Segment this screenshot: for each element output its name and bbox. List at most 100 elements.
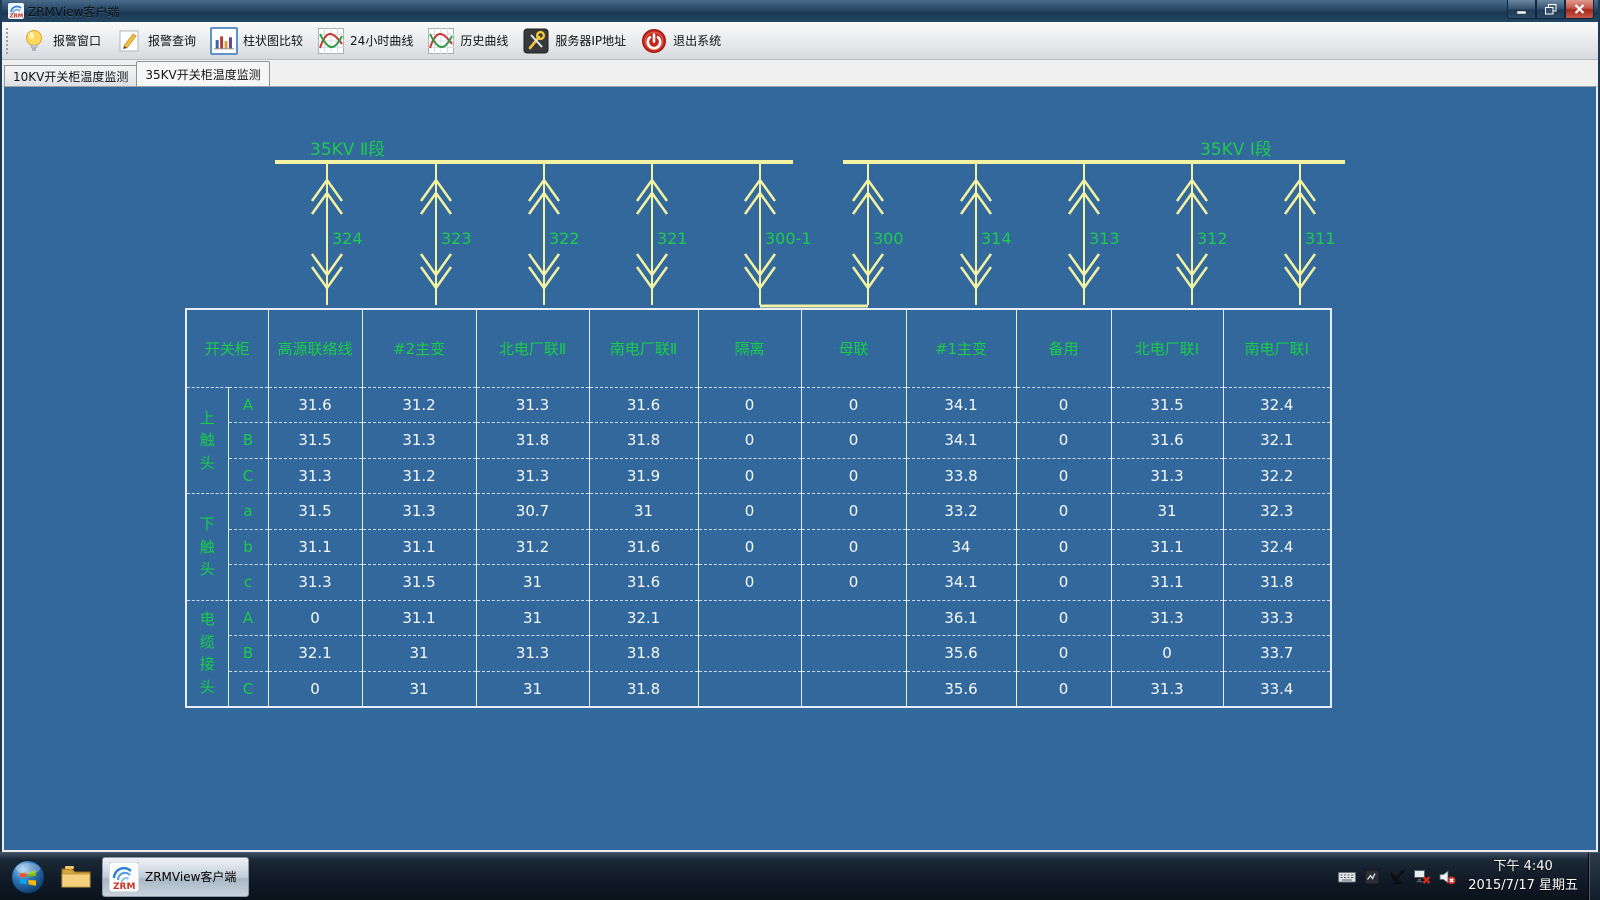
zrm-logo-icon: ZRM xyxy=(109,862,139,892)
temp-value-cell xyxy=(801,600,906,636)
restore-button[interactable] xyxy=(1536,0,1565,19)
day-curve-icon xyxy=(317,27,345,55)
col-header: 高源联络线 xyxy=(268,309,362,387)
temp-value-cell: 32.3 xyxy=(1223,494,1331,530)
clock-time: 下午 4:40 xyxy=(1468,858,1578,877)
temp-value-cell: 0 xyxy=(801,565,906,601)
taskbar-task-zrmview[interactable]: ZRM ZRMView客户端 xyxy=(102,857,249,897)
start-button[interactable] xyxy=(8,857,48,897)
temp-value-cell: 0 xyxy=(698,529,801,565)
taskbar-clock[interactable]: 下午 4:40 2015/7/17 星期五 xyxy=(1466,858,1588,896)
phase-label: b xyxy=(228,529,268,565)
temp-value-cell: 34.1 xyxy=(906,423,1016,459)
tab-2[interactable]: 35KV开关柜温度监测 xyxy=(136,61,269,86)
temp-value-cell: 31.1 xyxy=(268,529,362,565)
toolbar-button-label: 柱状图比较 xyxy=(243,32,303,49)
temp-value-cell: 0 xyxy=(1016,458,1111,494)
temp-value-cell: 31.1 xyxy=(1111,565,1223,601)
temp-value-cell: 32.4 xyxy=(1223,387,1331,423)
close-button[interactable] xyxy=(1565,0,1594,19)
satellite-dish-icon[interactable] xyxy=(1388,869,1406,885)
temp-value-cell: 31.1 xyxy=(362,600,476,636)
bar-chart-icon xyxy=(210,27,238,55)
temp-value-cell: 0 xyxy=(698,458,801,494)
temp-value-cell: 31.8 xyxy=(589,636,698,672)
window-controls xyxy=(1507,0,1594,19)
temp-value-cell: 34.1 xyxy=(906,387,1016,423)
temp-value-cell: 35.6 xyxy=(906,671,1016,707)
table-row: 下触头a31.531.330.7310033.203132.3 xyxy=(186,494,1331,530)
temp-value-cell: 31.3 xyxy=(1111,458,1223,494)
alarm-bulb-icon xyxy=(20,27,48,55)
temp-value-cell: 33.2 xyxy=(906,494,1016,530)
phase-label: B xyxy=(228,423,268,459)
toolbar-button-label: 24小时曲线 xyxy=(350,32,413,49)
temp-value-cell xyxy=(698,600,801,636)
temp-value-cell: 31.3 xyxy=(268,565,362,601)
app-window: ZRM ZRMView客户端 报警窗口报警查询柱状图比较24小时曲线历史曲线服务… xyxy=(0,0,1600,852)
temp-value-cell: 31 xyxy=(362,671,476,707)
temp-value-cell: 31.2 xyxy=(362,458,476,494)
temp-value-cell: 0 xyxy=(1016,636,1111,672)
toolbar-button-label: 历史曲线 xyxy=(460,32,508,49)
keyboard-icon[interactable] xyxy=(1338,869,1356,885)
temp-value-cell: 31.3 xyxy=(1111,600,1223,636)
temp-value-cell: 0 xyxy=(698,565,801,601)
toolbar-button-3[interactable]: 柱状图比较 xyxy=(206,25,311,57)
temp-value-cell: 0 xyxy=(698,494,801,530)
temp-value-cell: 0 xyxy=(1016,494,1111,530)
history-curve-icon xyxy=(427,27,455,55)
temp-value-cell: 0 xyxy=(801,458,906,494)
temp-value-cell: 31.5 xyxy=(362,565,476,601)
temp-value-cell: 0 xyxy=(801,494,906,530)
toolbar-button-label: 报警查询 xyxy=(148,32,196,49)
temp-value-cell: 0 xyxy=(801,423,906,459)
temp-value-cell xyxy=(698,636,801,672)
explorer-button[interactable] xyxy=(54,857,98,897)
col-header: 北电厂联Ⅰ xyxy=(1111,309,1223,387)
show-desktop-button[interactable] xyxy=(1588,853,1600,900)
temp-value-cell: 0 xyxy=(268,600,362,636)
temperature-table: 开关柜高源联络线#2主变北电厂联Ⅱ南电厂联Ⅱ隔离母联#1主变备用北电厂联Ⅰ南电厂… xyxy=(185,308,1332,708)
svg-text:ZRM: ZRM xyxy=(113,882,135,892)
feeder-label: 323 xyxy=(441,229,472,248)
temp-value-cell: 31.5 xyxy=(268,423,362,459)
temp-value-cell: 32.1 xyxy=(589,600,698,636)
toolbar-button-2[interactable]: 报警查询 xyxy=(111,25,204,57)
temp-value-cell: 32.4 xyxy=(1223,529,1331,565)
volume-muted-icon[interactable] xyxy=(1438,869,1456,885)
toolbar-button-1[interactable]: 报警窗口 xyxy=(16,25,109,57)
toolbar-button-4[interactable]: 24小时曲线 xyxy=(313,25,421,57)
phase-label: C xyxy=(228,458,268,494)
temp-value-cell: 0 xyxy=(1016,423,1111,459)
temp-value-cell: 31.3 xyxy=(268,458,362,494)
app-window-icon[interactable] xyxy=(1363,869,1381,885)
toolbar-button-7[interactable]: 退出系统 xyxy=(636,25,729,57)
tab-1[interactable]: 10KV开关柜温度监测 xyxy=(4,65,137,86)
tabstrip: 10KV开关柜温度监测35KV开关柜温度监测 xyxy=(2,60,1598,86)
temp-value-cell: 31.3 xyxy=(476,636,589,672)
toolbar-button-label: 退出系统 xyxy=(673,32,721,49)
temp-value-cell: 0 xyxy=(698,423,801,459)
table-row: C0313131.835.6031.333.4 xyxy=(186,671,1331,707)
col-header: 母联 xyxy=(801,309,906,387)
temp-value-cell: 0 xyxy=(268,671,362,707)
feeder-label: 314 xyxy=(981,229,1012,248)
temp-value-cell: 31 xyxy=(476,565,589,601)
table-row: B32.13131.331.835.60033.7 xyxy=(186,636,1331,672)
toolbar-button-5[interactable]: 历史曲线 xyxy=(423,25,516,57)
temp-value-cell: 31.6 xyxy=(268,387,362,423)
temp-value-cell: 0 xyxy=(801,387,906,423)
task-label: ZRMView客户端 xyxy=(145,868,236,885)
table-row: b31.131.131.231.60034031.132.4 xyxy=(186,529,1331,565)
network-error-icon[interactable] xyxy=(1413,869,1431,885)
temp-value-cell: 31.8 xyxy=(1223,565,1331,601)
temp-value-cell: 31.3 xyxy=(362,494,476,530)
temp-value-cell: 32.1 xyxy=(1223,423,1331,459)
minimize-button[interactable] xyxy=(1507,0,1536,19)
temp-value-cell: 31.5 xyxy=(268,494,362,530)
row-group-label: 电缆接头 xyxy=(186,600,228,707)
toolbar-button-6[interactable]: 服务器IP地址 xyxy=(518,25,634,57)
temp-value-cell: 31.9 xyxy=(589,458,698,494)
temp-value-cell: 31 xyxy=(476,600,589,636)
